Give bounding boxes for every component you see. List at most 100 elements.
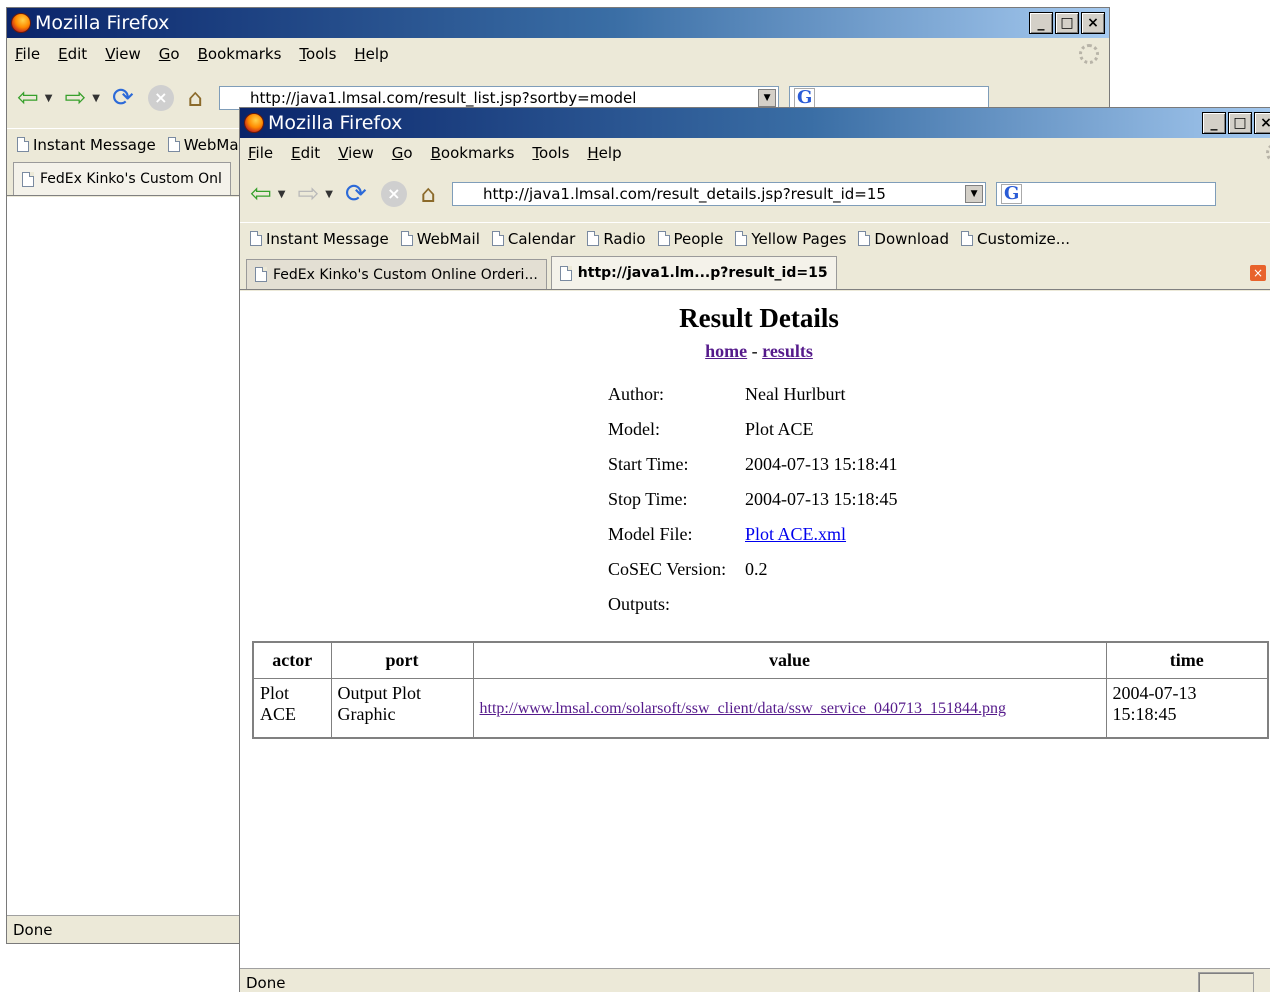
menu-file[interactable]: File <box>248 144 273 162</box>
minimize-button[interactable]: _ <box>1029 12 1053 34</box>
menu-edit[interactable]: Edit <box>58 45 87 63</box>
bookmark-download[interactable]: Download <box>858 230 949 248</box>
home-icon[interactable]: ⌂ <box>421 180 436 208</box>
output-url-link[interactable]: http://www.lmsal.com/solarsoft/ssw_clien… <box>480 700 1006 717</box>
outputs-table: actor port value time Plot ACE Output Plo… <box>252 641 1269 739</box>
results-link[interactable]: results <box>762 341 813 361</box>
table-header-row: actor port value time <box>252 641 1269 679</box>
bookmark-customize[interactable]: Customize... <box>960 230 1070 248</box>
firefox-icon <box>11 13 31 33</box>
reload-icon[interactable]: ⟳ <box>112 83 134 113</box>
detail-row-stop-time: Stop Time: 2004-07-13 15:18:45 <box>608 489 898 509</box>
page-icon <box>491 231 504 246</box>
menu-help[interactable]: Help <box>587 144 621 162</box>
detail-row-start-time: Start Time: 2004-07-13 15:18:41 <box>608 454 898 474</box>
tab-fedex[interactable]: FedEx Kinko's Custom Online Orderi... <box>246 259 547 289</box>
page-icon <box>559 265 572 281</box>
bookmark-radio[interactable]: Radio <box>587 230 646 248</box>
menu-tools[interactable]: Tools <box>532 144 569 162</box>
column-header-value: value <box>472 641 1107 679</box>
home-icon[interactable]: ⌂ <box>188 84 203 112</box>
maximize-button[interactable]: □ <box>1228 112 1252 134</box>
bookmark-yellow-pages[interactable]: Yellow Pages <box>735 230 846 248</box>
front-browser-window: Mozilla Firefox _ □ × File Edit View Go … <box>239 107 1270 992</box>
page-icon <box>255 267 267 282</box>
column-header-actor: actor <box>252 641 332 679</box>
reload-icon[interactable]: ⟳ <box>345 179 367 209</box>
menu-bookmarks[interactable]: Bookmarks <box>198 45 282 63</box>
stop-icon[interactable]: × <box>380 181 407 207</box>
detail-row-cosec-version: CoSEC Version: 0.2 <box>608 559 768 579</box>
minimize-button[interactable]: _ <box>1202 112 1226 134</box>
menu-tools[interactable]: Tools <box>299 45 336 63</box>
throbber-icon <box>1079 44 1099 64</box>
menu-bookmarks[interactable]: Bookmarks <box>431 144 515 162</box>
google-icon[interactable]: G <box>1001 184 1023 204</box>
chevron-down-icon[interactable]: ▼ <box>758 89 777 107</box>
cell-actor: Plot ACE <box>252 677 332 739</box>
menu-view[interactable]: View <box>338 144 374 162</box>
close-tab-icon[interactable]: × <box>1250 265 1266 281</box>
chevron-down-icon[interactable]: ▼ <box>278 189 286 200</box>
chevron-down-icon[interactable]: ▼ <box>965 185 984 203</box>
menu-go[interactable]: Go <box>392 144 413 162</box>
forward-arrow-icon[interactable]: ⇨ <box>65 85 87 111</box>
nav-separator: - <box>747 341 763 361</box>
front-tab-bar: FedEx Kinko's Custom Online Orderi... ht… <box>240 254 1270 290</box>
menu-view[interactable]: View <box>105 45 141 63</box>
url-text: http://java1.lmsal.com/result_list.jsp?s… <box>250 89 637 107</box>
front-nav-toolbar: ⇦ ▼ ⇨ ▼ ⟳ × ⌂ http://java1.lmsal.com/res… <box>240 172 1270 216</box>
back-arrow-icon[interactable]: ⇦ <box>250 181 272 207</box>
front-status-bar: Done <box>240 968 1270 992</box>
window-title: Mozilla Firefox <box>35 12 170 34</box>
back-arrow-icon[interactable]: ⇦ <box>17 85 39 111</box>
forward-arrow-icon[interactable]: ⇨ <box>298 181 320 207</box>
page-icon <box>400 231 413 246</box>
page-icon <box>587 231 600 246</box>
tab-result-details[interactable]: http://java1.lm...p?result_id=15 <box>550 256 837 289</box>
bookmark-instant-message[interactable]: Instant Message <box>250 230 389 248</box>
url-input[interactable]: http://java1.lmsal.com/result_details.js… <box>452 182 987 206</box>
menu-help[interactable]: Help <box>354 45 388 63</box>
page-icon <box>250 231 262 246</box>
details-list: Author: Neal Hurlburt Model: Plot ACE Star… <box>608 377 898 622</box>
google-icon[interactable]: G <box>794 88 816 108</box>
back-menu-bar: File Edit View Go Bookmarks Tools Help <box>7 40 1109 68</box>
column-header-port: port <box>330 641 474 679</box>
url-text: http://java1.lmsal.com/result_details.js… <box>483 185 886 203</box>
cell-value: http://www.lmsal.com/solarsoft/ssw_clien… <box>472 677 1107 739</box>
model-file-link[interactable]: Plot ACE.xml <box>745 524 846 545</box>
front-menu-bar: File Edit View Go Bookmarks Tools Help <box>240 139 1270 167</box>
page-icon <box>858 231 871 246</box>
cell-time: 2004-07-13 15:18:45 <box>1105 677 1269 739</box>
tab-fedex[interactable]: FedEx Kinko's Custom Onl <box>13 162 231 195</box>
close-button[interactable]: × <box>1254 112 1270 134</box>
maximize-button[interactable]: □ <box>1055 12 1079 34</box>
bookmark-item[interactable]: Instant Message <box>17 136 156 154</box>
menu-file[interactable]: File <box>15 45 40 63</box>
status-text: Done <box>246 973 286 992</box>
chevron-down-icon[interactable]: ▼ <box>45 93 53 104</box>
page-title: Result Details <box>679 303 839 333</box>
home-link[interactable]: home <box>705 341 747 361</box>
chevron-down-icon[interactable]: ▼ <box>325 189 333 200</box>
page-icon <box>960 231 973 246</box>
bookmark-item[interactable]: WebMail <box>167 136 247 154</box>
page-icon <box>17 137 29 152</box>
bookmark-people[interactable]: People <box>657 230 723 248</box>
close-button[interactable]: × <box>1081 12 1105 34</box>
back-title-bar[interactable]: Mozilla Firefox _ □ × <box>7 8 1109 38</box>
menu-go[interactable]: Go <box>159 45 180 63</box>
status-panel <box>1198 972 1254 992</box>
chevron-down-icon[interactable]: ▼ <box>92 93 100 104</box>
stop-icon[interactable]: × <box>147 85 174 111</box>
table-row: Plot ACE Output Plot Graphic http://www.lm… <box>252 677 1269 739</box>
status-text: Done <box>13 920 53 939</box>
search-input[interactable]: G <box>996 182 1217 206</box>
bookmark-calendar[interactable]: Calendar <box>491 230 575 248</box>
bookmark-webmail[interactable]: WebMail <box>400 230 480 248</box>
detail-row-model-file: Model File: Plot ACE.xml <box>608 524 847 545</box>
detail-row-model: Model: Plot ACE <box>608 419 814 439</box>
front-title-bar[interactable]: Mozilla Firefox _ □ × <box>240 108 1270 138</box>
menu-edit[interactable]: Edit <box>291 144 320 162</box>
